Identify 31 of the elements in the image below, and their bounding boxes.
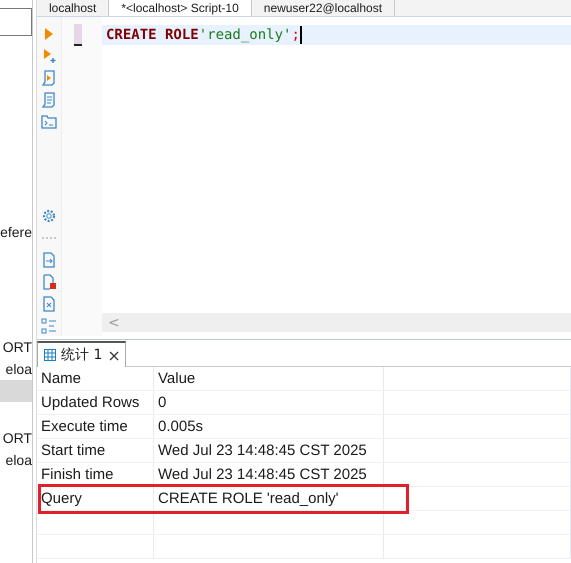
play-plus-icon[interactable] — [41, 48, 57, 64]
table-cell: Wed Jul 23 14:48:45 CST 2025 — [154, 463, 384, 487]
table-cell: Execute time — [37, 415, 154, 439]
table-cell: CREATE ROLE 'read_only' — [154, 487, 384, 511]
close-button[interactable]: × — [107, 346, 121, 364]
table-cell: Query — [37, 487, 154, 511]
table-cell: 0 — [154, 391, 384, 415]
terminal-icon[interactable] — [41, 114, 57, 130]
tree-item[interactable]: ORT — [2, 427, 32, 449]
results-tab[interactable]: 统计 1 × — [37, 341, 126, 367]
script-icon[interactable] — [41, 92, 57, 108]
tree-item[interactable]: eloa — [6, 449, 32, 471]
editor-tab[interactable]: *<localhost> Script-10 — [109, 0, 252, 16]
list-icon[interactable] — [41, 318, 57, 334]
script-play-icon[interactable] — [41, 70, 57, 86]
table-cell: Updated Rows — [37, 391, 154, 415]
file-error-icon[interactable] — [41, 274, 57, 290]
table-cell: Finish time — [37, 463, 154, 487]
grid-icon — [44, 349, 56, 361]
column-header: Value — [154, 367, 384, 391]
settings-icon[interactable] — [41, 208, 57, 224]
tree-item[interactable]: efere — [0, 221, 32, 243]
tree-item[interactable]: eloa — [6, 358, 32, 380]
tree-item[interactable]: ORT — [2, 336, 32, 358]
column-header: Name — [37, 367, 154, 391]
file-arrow-icon[interactable] — [41, 252, 57, 268]
search-field[interactable] — [0, 8, 32, 36]
file-x-icon[interactable] — [41, 296, 57, 312]
table-cell: Wed Jul 23 14:48:45 CST 2025 — [154, 439, 384, 463]
table-cell: Start time — [37, 439, 154, 463]
table-cell: 0.005s — [154, 415, 384, 439]
